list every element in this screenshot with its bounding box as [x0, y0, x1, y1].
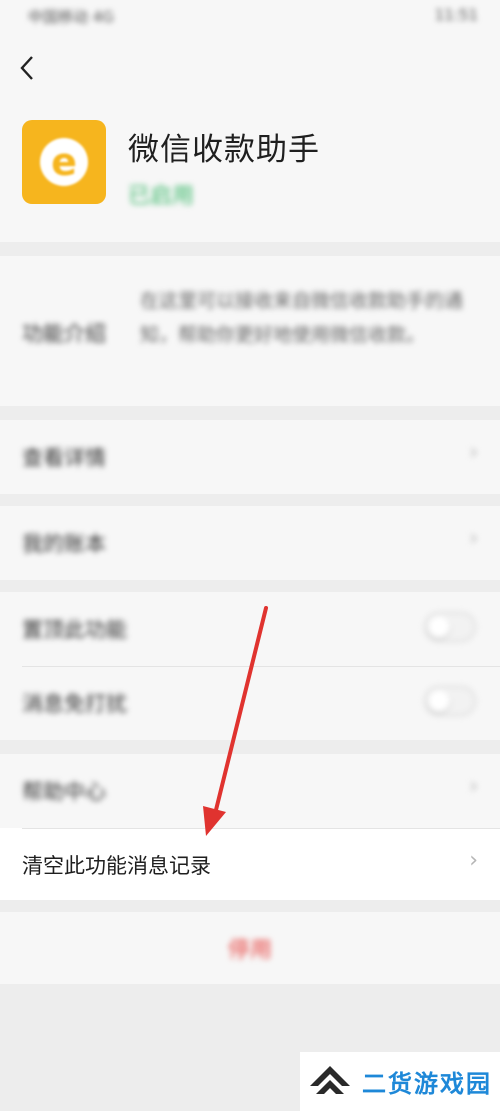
- clock-label: 11:51: [434, 6, 478, 24]
- carrier-label: 中国移动 4G: [28, 8, 114, 26]
- payment-assistant-icon: e: [40, 138, 88, 186]
- chevron-right-icon: ›: [469, 440, 478, 465]
- chevron-right-icon: ›: [469, 848, 478, 873]
- stop-feature-button[interactable]: 停用: [0, 912, 500, 984]
- profile-header: e 微信收款助手 已启用: [0, 100, 500, 242]
- chevron-right-icon: ›: [469, 526, 478, 551]
- clear-records-label: 清空此功能消息记录: [22, 854, 211, 878]
- back-button[interactable]: [12, 48, 42, 88]
- pin-feature-row: 置顶此功能: [0, 592, 500, 666]
- help-group: 帮助中心 › 清空此功能消息记录 ›: [0, 754, 500, 900]
- pin-feature-label: 置顶此功能: [22, 618, 127, 642]
- help-center-label: 帮助中心: [22, 780, 106, 804]
- do-not-disturb-label: 消息免打扰: [22, 692, 127, 716]
- do-not-disturb-toggle[interactable]: [424, 686, 476, 716]
- site-logo-icon: [310, 1065, 350, 1094]
- chevron-left-icon: [20, 56, 33, 80]
- status-badge: 已启用: [128, 184, 195, 209]
- status-bar: 中国移动 4G 11:51: [0, 0, 500, 40]
- stop-feature-label: 停用: [227, 938, 272, 963]
- pin-feature-toggle[interactable]: [424, 612, 476, 642]
- help-center-row[interactable]: 帮助中心 ›: [0, 754, 500, 828]
- app-icon: e: [22, 120, 106, 204]
- description-label: 功能介绍: [22, 322, 106, 346]
- my-account-row[interactable]: 我的账本 ›: [0, 506, 500, 580]
- clear-records-row[interactable]: 清空此功能消息记录 ›: [0, 828, 500, 902]
- my-account-label: 我的账本: [22, 532, 106, 556]
- do-not-disturb-row: 消息免打扰: [0, 666, 500, 740]
- settings-group: 置顶此功能 消息免打扰: [0, 592, 500, 740]
- app-name: 微信收款助手: [128, 132, 320, 168]
- description-text: 在这里可以接收来自微信收款助手的通知，帮助你更好地使用微信收款。: [140, 290, 464, 346]
- view-details-label: 查看详情: [22, 446, 106, 470]
- watermark-text: 二货游戏园: [362, 1070, 492, 1098]
- nav-bar: [0, 40, 500, 100]
- chevron-right-icon: ›: [469, 774, 478, 799]
- view-details-row[interactable]: 查看详情 ›: [0, 420, 500, 494]
- description-section: 功能介绍 在这里可以接收来自微信收款助手的通知，帮助你更好地使用微信收款。: [0, 256, 500, 406]
- watermark: 二货游戏园: [300, 1052, 500, 1111]
